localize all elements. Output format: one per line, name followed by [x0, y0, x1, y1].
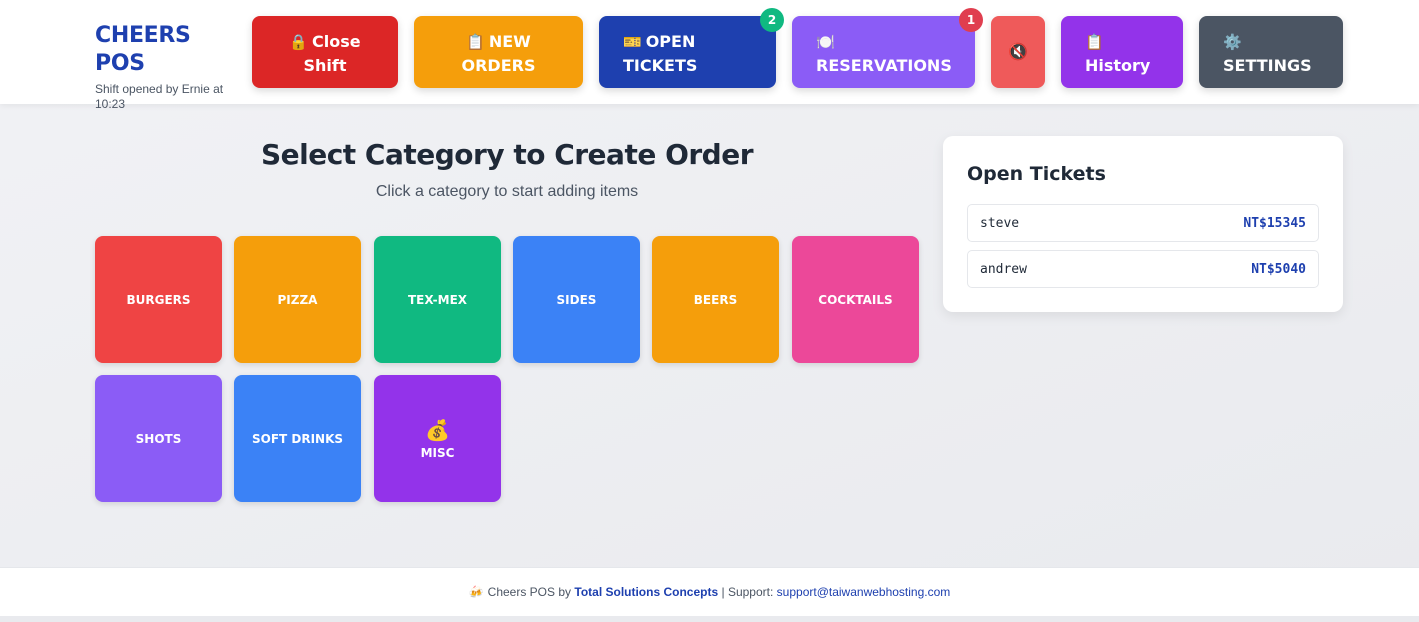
bottom-strip: [0, 616, 1419, 622]
history-icon: 📋: [1085, 33, 1104, 51]
category-label: BEERS: [693, 292, 738, 307]
category-burgers[interactable]: BURGERS: [95, 236, 222, 363]
mute-icon: 🔇: [1008, 42, 1028, 61]
settings-label: SETTINGS: [1223, 56, 1312, 75]
ticket-row[interactable]: steve NT$15345: [967, 204, 1319, 242]
category-misc[interactable]: 💰 MISC: [374, 375, 501, 502]
category-soft-drinks[interactable]: SOFT DRINKS: [234, 375, 361, 502]
ticket-amount: NT$5040: [1251, 261, 1306, 277]
new-orders-button[interactable]: 📋 NEW ORDERS: [414, 16, 583, 88]
category-label: COCKTAILS: [818, 292, 893, 307]
footer-prefix: Cheers POS by: [487, 585, 572, 599]
open-tickets-button[interactable]: 🎫 OPEN TICKETS 2: [599, 8, 784, 88]
page-title: Select Category to Create Order: [260, 138, 754, 171]
shift-info: Shift opened by Ernie at 10:23: [95, 82, 224, 111]
support-email-link[interactable]: support@taiwanwebhosting.com: [777, 585, 951, 599]
category-beers[interactable]: BEERS: [652, 236, 779, 363]
reservations-label: RESERVATIONS: [816, 56, 952, 75]
ticket-name: andrew: [980, 261, 1027, 277]
close-shift-label: Close Shift: [303, 32, 361, 75]
company-link[interactable]: Total Solutions Concepts: [574, 585, 718, 599]
ticket-name: steve: [980, 215, 1020, 231]
settings-button[interactable]: ⚙️ SETTINGS: [1199, 16, 1343, 88]
category-label: TEX-MEX: [407, 292, 468, 307]
category-cocktails[interactable]: COCKTAILS: [792, 236, 919, 363]
plate-icon: 🍽️: [816, 33, 835, 51]
open-tickets-panel: Open Tickets steve NT$15345 andrew NT$50…: [943, 136, 1343, 312]
ticket-amount: NT$15345: [1243, 215, 1306, 231]
header: CHEERS POS Shift opened by Ernie at 10:2…: [0, 0, 1419, 111]
category-tex-mex[interactable]: TEX-MEX: [374, 236, 501, 363]
reservations-button[interactable]: 🍽️ RESERVATIONS 1: [792, 8, 983, 88]
category-shots[interactable]: SHOTS: [95, 375, 222, 502]
category-label: SIDES: [556, 292, 597, 307]
category-pizza[interactable]: PIZZA: [234, 236, 361, 363]
footer: 🍻 Cheers POS by Total Solutions Concepts…: [0, 567, 1419, 616]
category-label: PIZZA: [277, 292, 318, 307]
money-bag-icon: 💰: [425, 417, 450, 442]
clipboard-icon: 📋: [466, 33, 485, 51]
mute-button[interactable]: 🔇: [991, 16, 1045, 88]
brand: CHEERS POS Shift opened by Ernie at 10:2…: [95, 22, 245, 112]
ticket-icon: 🎫: [623, 33, 642, 51]
panel-title: Open Tickets: [967, 163, 1106, 185]
support-label: | Support:: [721, 585, 774, 599]
category-label: MISC: [420, 445, 455, 460]
reservations-badge: 1: [959, 8, 983, 32]
beer-icon: 🍻: [468, 585, 484, 599]
gear-icon: ⚙️: [1223, 33, 1242, 51]
ticket-row[interactable]: andrew NT$5040: [967, 250, 1319, 288]
close-shift-button[interactable]: 🔒 Close Shift: [252, 16, 398, 88]
category-label: SHOTS: [135, 431, 182, 446]
history-button[interactable]: 📋 History: [1061, 16, 1183, 88]
category-label: SOFT DRINKS: [251, 431, 344, 446]
lock-icon: 🔒: [289, 33, 309, 51]
open-tickets-badge: 2: [760, 8, 784, 32]
category-sides[interactable]: SIDES: [513, 236, 640, 363]
category-label: BURGERS: [126, 292, 191, 307]
app-title: CHEERS POS: [95, 23, 191, 76]
history-label: History: [1085, 56, 1151, 75]
page-subtitle: Click a category to start adding items: [375, 183, 639, 200]
